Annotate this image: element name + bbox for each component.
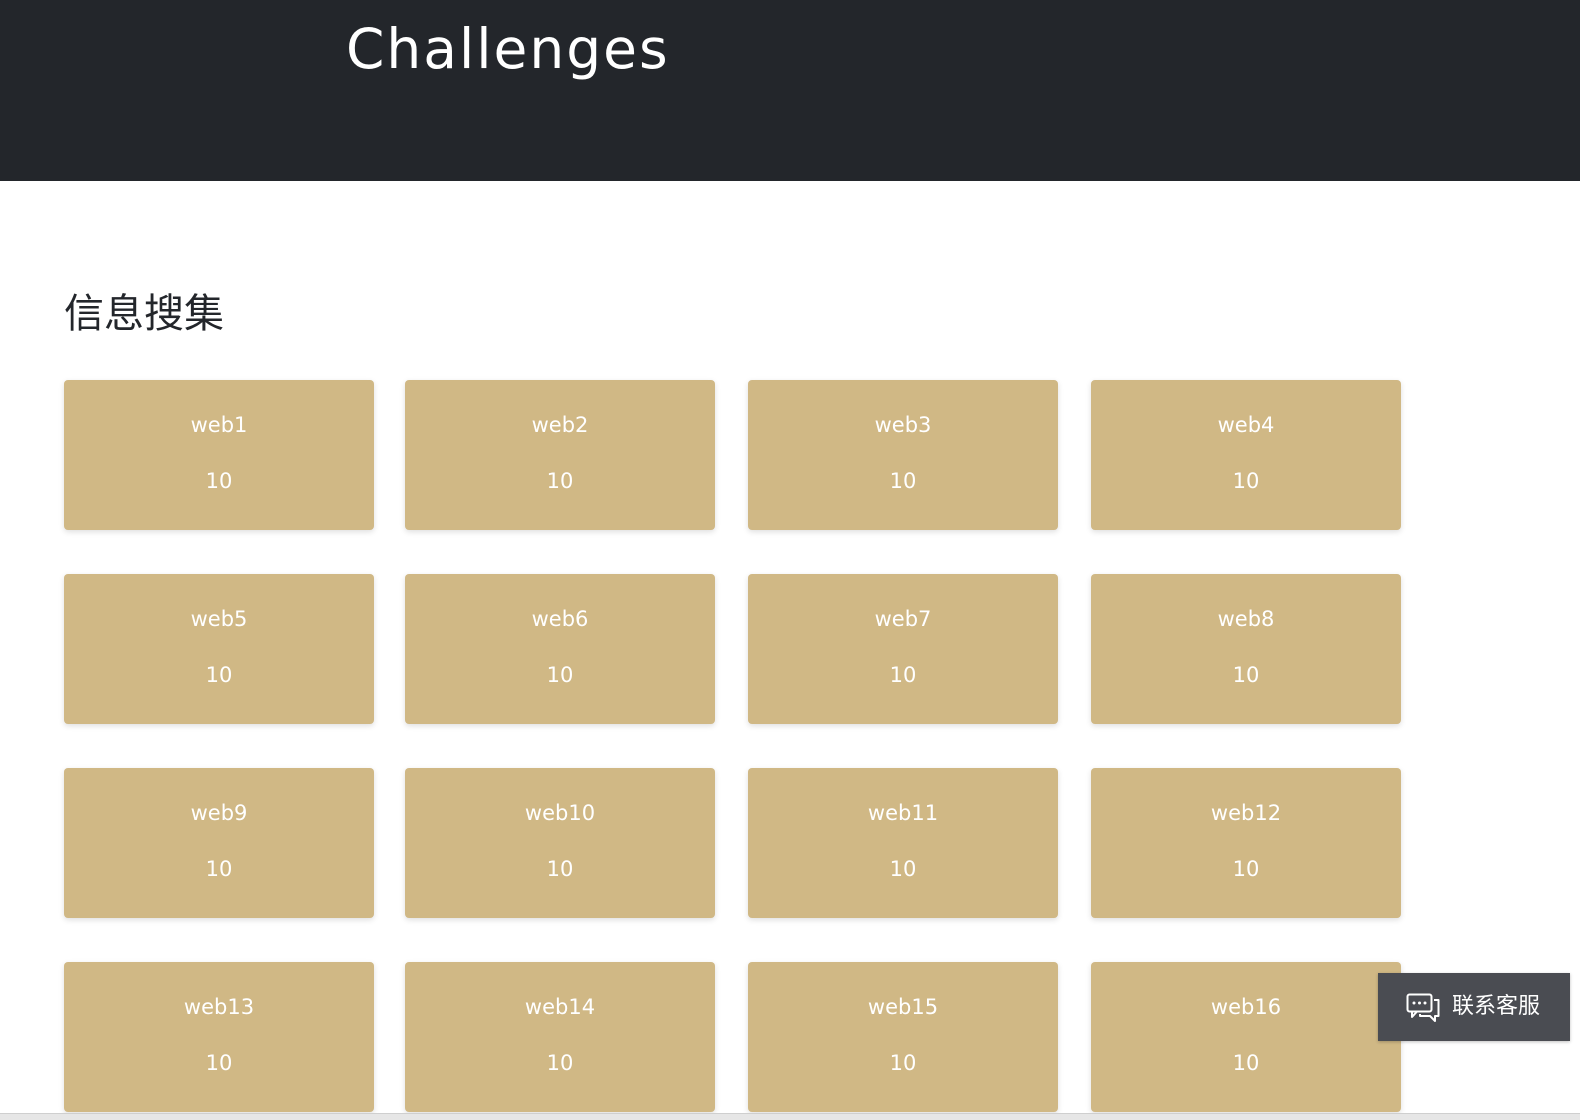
challenge-points: 10: [205, 1051, 233, 1075]
challenge-name: web7: [874, 607, 932, 631]
challenge-name: web15: [867, 995, 939, 1019]
challenge-points: 10: [889, 1051, 917, 1075]
challenge-points: 10: [546, 857, 574, 881]
page-header: Challenges: [0, 0, 1580, 181]
challenge-card-web16[interactable]: web16 10: [1091, 962, 1401, 1112]
challenge-card-web3[interactable]: web3 10: [748, 380, 1058, 530]
challenge-card-web9[interactable]: web9 10: [64, 768, 374, 918]
challenge-card-web1[interactable]: web1 10: [64, 380, 374, 530]
challenge-card-web11[interactable]: web11 10: [748, 768, 1058, 918]
challenge-name: web13: [183, 995, 255, 1019]
page: Challenges 信息搜集 web1 10 web2 10 web3 10 …: [0, 0, 1580, 1120]
challenge-card-web12[interactable]: web12 10: [1091, 768, 1401, 918]
challenge-card-web5[interactable]: web5 10: [64, 574, 374, 724]
challenge-points: 10: [546, 469, 574, 493]
challenge-name: web10: [524, 801, 596, 825]
challenge-points: 10: [205, 469, 233, 493]
challenge-card-web8[interactable]: web8 10: [1091, 574, 1401, 724]
challenge-points: 10: [1232, 663, 1260, 687]
challenge-name: web6: [531, 607, 589, 631]
challenge-name: web3: [874, 413, 932, 437]
challenge-name: web2: [531, 413, 589, 437]
challenge-card-web6[interactable]: web6 10: [405, 574, 715, 724]
challenge-points: 10: [205, 663, 233, 687]
challenge-points: 10: [889, 857, 917, 881]
contact-support-label: 联系客服: [1452, 994, 1541, 1019]
challenge-name: web8: [1217, 607, 1275, 631]
challenge-points: 10: [1232, 1051, 1260, 1075]
challenge-points: 10: [1232, 857, 1260, 881]
challenge-points: 10: [205, 857, 233, 881]
challenge-name: web4: [1217, 413, 1275, 437]
challenge-points: 10: [546, 663, 574, 687]
contact-support-button[interactable]: 联系客服: [1378, 973, 1570, 1041]
page-title: Challenges: [346, 17, 670, 81]
challenge-name: web12: [1210, 801, 1282, 825]
category-title: 信息搜集: [64, 291, 224, 337]
window-bottom-edge: [0, 1113, 1580, 1120]
challenge-name: web9: [190, 801, 248, 825]
challenge-name: web14: [524, 995, 596, 1019]
challenge-card-web10[interactable]: web10 10: [405, 768, 715, 918]
challenge-name: web5: [190, 607, 248, 631]
challenge-card-web15[interactable]: web15 10: [748, 962, 1058, 1112]
challenge-points: 10: [889, 469, 917, 493]
challenge-card-web4[interactable]: web4 10: [1091, 380, 1401, 530]
challenge-name: web16: [1210, 995, 1282, 1019]
challenge-name: web11: [867, 801, 939, 825]
challenge-points: 10: [1232, 469, 1260, 493]
challenge-card-web2[interactable]: web2 10: [405, 380, 715, 530]
challenge-card-web13[interactable]: web13 10: [64, 962, 374, 1112]
challenge-name: web1: [190, 413, 248, 437]
challenge-card-web7[interactable]: web7 10: [748, 574, 1058, 724]
challenge-points: 10: [546, 1051, 574, 1075]
challenge-card-web14[interactable]: web14 10: [405, 962, 715, 1112]
chat-bubbles-icon: [1406, 993, 1440, 1022]
challenge-points: 10: [889, 663, 917, 687]
